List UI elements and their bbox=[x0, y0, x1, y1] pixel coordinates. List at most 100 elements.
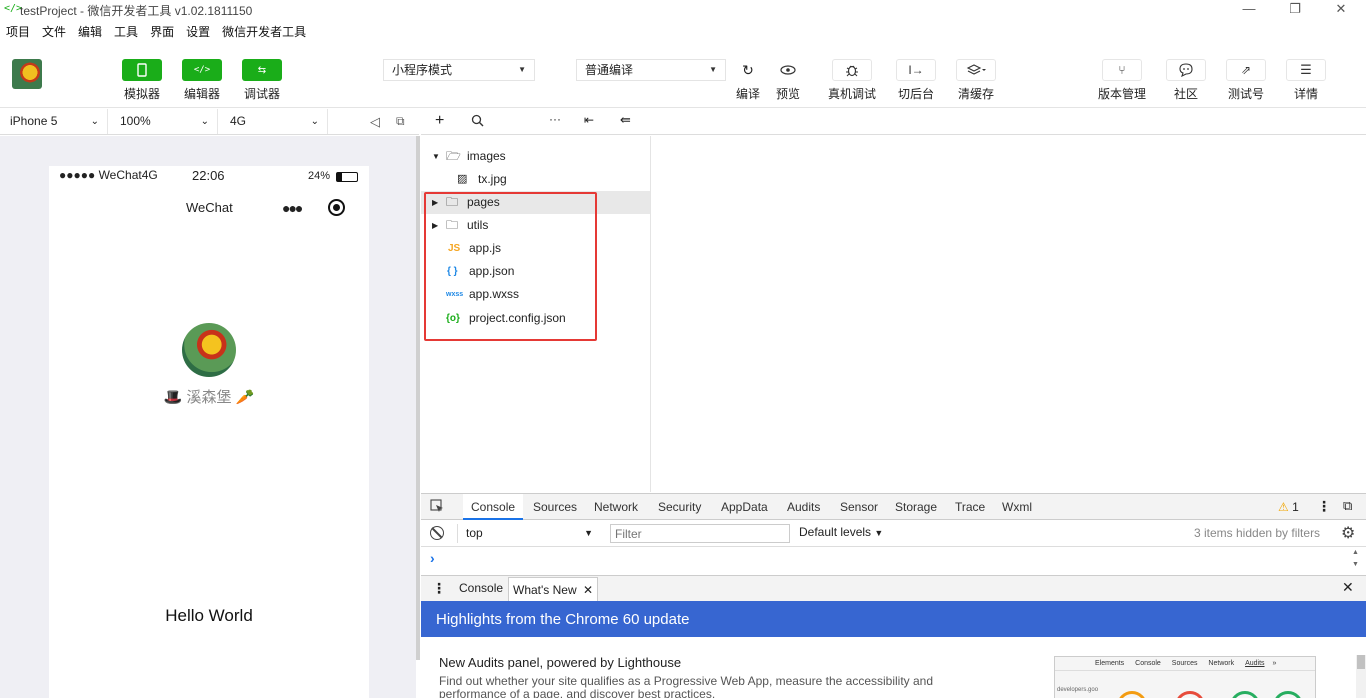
close-tab-icon[interactable]: ✕ bbox=[583, 583, 593, 597]
user-avatar[interactable] bbox=[12, 59, 42, 89]
context-select[interactable]: top ▼ bbox=[457, 524, 597, 543]
restore-button[interactable]: ❐ bbox=[1272, 0, 1318, 20]
debugger-toggle-button[interactable]: ⇆ 调试器 bbox=[232, 59, 292, 102]
scroll-down-icon[interactable]: ▼ bbox=[1352, 561, 1359, 568]
chevron-down-icon: ⌄ bbox=[90, 116, 99, 127]
tab-storage[interactable]: Storage bbox=[895, 494, 937, 520]
tab-trace[interactable]: Trace bbox=[955, 494, 985, 520]
expand-right-icon: ▶ bbox=[432, 198, 439, 207]
tree-item-projectconfig[interactable]: {o} project.config.json bbox=[421, 307, 650, 330]
compile-mode-select[interactable]: 普通编译 ▼ bbox=[576, 59, 726, 81]
clear-console-icon[interactable] bbox=[430, 526, 444, 540]
console-prompt-icon: › bbox=[430, 550, 435, 566]
community-label: 社区 bbox=[1173, 87, 1198, 101]
thumb-url: developers.goo bbox=[1057, 687, 1099, 693]
tab-wxml[interactable]: Wxml bbox=[1002, 494, 1032, 520]
thumb-gauge bbox=[1230, 691, 1260, 698]
console-filter-input[interactable] bbox=[610, 524, 790, 543]
menu-edit[interactable]: 编辑 bbox=[72, 22, 108, 42]
collapse-all-icon[interactable]: ⇤ bbox=[584, 113, 594, 127]
tab-audits[interactable]: Audits bbox=[787, 494, 820, 520]
menu-tools[interactable]: 工具 bbox=[108, 22, 144, 42]
device-value: iPhone 5 bbox=[10, 114, 58, 128]
more-icon[interactable]: ··· bbox=[549, 112, 561, 126]
dock-side-icon[interactable]: ⧉ bbox=[1343, 498, 1352, 514]
device-select[interactable]: iPhone 5 ⌄ bbox=[0, 109, 108, 134]
tab-sensor[interactable]: Sensor bbox=[840, 494, 878, 520]
popout-icon[interactable]: ⧉ bbox=[396, 114, 405, 129]
layers-icon bbox=[956, 59, 996, 81]
panel-resizer[interactable] bbox=[416, 136, 420, 660]
banner-title: Highlights from the Chrome 60 update bbox=[436, 611, 690, 628]
console-input-area[interactable]: › ▲ ▼ bbox=[421, 547, 1366, 572]
add-icon[interactable]: + bbox=[435, 112, 444, 130]
scroll-up-icon[interactable]: ▲ bbox=[1352, 549, 1359, 556]
bug-icon bbox=[832, 59, 872, 81]
minimize-button[interactable]: — bbox=[1226, 0, 1272, 20]
switch-background-button[interactable]: I→ 切后台 bbox=[886, 59, 946, 102]
drawer-menu-icon[interactable]: ⋮ bbox=[432, 580, 446, 597]
more-dots-icon[interactable]: ●●● bbox=[282, 200, 303, 216]
news-title: New Audits panel, powered by Lighthouse bbox=[439, 655, 682, 670]
details-label: 详情 bbox=[1293, 87, 1318, 101]
tab-network[interactable]: Network bbox=[594, 494, 638, 520]
tree-item-utils[interactable]: ▶ 🗀 utils bbox=[421, 214, 650, 237]
preview-button[interactable]: 预览 bbox=[758, 59, 818, 102]
tree-item-appwxss[interactable]: wxss app.wxss bbox=[421, 283, 650, 306]
hide-tree-icon[interactable]: ⇚ bbox=[620, 112, 631, 128]
menu-project[interactable]: 项目 bbox=[0, 22, 36, 42]
tree-item-images[interactable]: ▼ 🗁 images bbox=[421, 145, 650, 168]
chat-icon bbox=[1166, 59, 1206, 81]
remote-debug-button[interactable]: 真机调试 bbox=[822, 59, 882, 102]
mode-select[interactable]: 小程序模式 ▼ bbox=[383, 59, 535, 81]
tree-item-appjs[interactable]: JS app.js bbox=[421, 237, 650, 260]
version-control-button[interactable]: ⑂ 版本管理 bbox=[1092, 59, 1152, 102]
scrollbar[interactable] bbox=[1356, 655, 1366, 698]
tree-item-pages[interactable]: ▶ 🗀 pages bbox=[421, 191, 650, 214]
folder-open-icon: 🗁 bbox=[446, 149, 461, 163]
tab-appdata[interactable]: AppData bbox=[721, 494, 768, 520]
warning-indicator[interactable]: ⚠ 1 bbox=[1278, 500, 1299, 514]
drawer-tab-console[interactable]: Console bbox=[459, 576, 503, 601]
menu-file[interactable]: 文件 bbox=[36, 22, 72, 42]
console-settings-gear-icon[interactable]: ⚙ bbox=[1341, 523, 1355, 543]
profile-avatar[interactable] bbox=[182, 323, 236, 377]
folder-icon: 🗀 bbox=[446, 218, 459, 232]
drawer-tab-whats-new[interactable]: What's New ✕ bbox=[508, 577, 599, 601]
log-levels-select[interactable]: Default levels ▼ bbox=[799, 525, 883, 539]
details-button[interactable]: ☰ 详情 bbox=[1276, 59, 1336, 102]
drawer-tab-label: What's New bbox=[513, 583, 577, 597]
simulator-toggle-button[interactable]: 模拟器 bbox=[112, 59, 172, 102]
warning-count: 1 bbox=[1292, 500, 1299, 514]
tree-item-appjson[interactable]: { } app.json bbox=[421, 260, 650, 283]
thumb-tab: » bbox=[1272, 660, 1277, 667]
close-drawer-icon[interactable]: ✕ bbox=[1342, 579, 1354, 596]
tab-security[interactable]: Security bbox=[658, 494, 701, 520]
wxss-file-icon: wxss bbox=[446, 291, 464, 298]
clear-cache-button[interactable]: 清缓存 bbox=[946, 59, 1006, 102]
capsule-close-icon[interactable] bbox=[328, 199, 345, 216]
editor-toggle-button[interactable]: </> 编辑器 bbox=[172, 59, 232, 102]
menu-settings[interactable]: 设置 bbox=[180, 22, 216, 42]
menu-wechat-devtools[interactable]: 微信开发者工具 bbox=[216, 22, 312, 42]
close-window-button[interactable]: ✕ bbox=[1318, 0, 1364, 20]
expand-right-icon: ▶ bbox=[432, 221, 439, 230]
volume-icon[interactable]: ◁ bbox=[370, 114, 380, 130]
carrot-emoji-icon: 🥕 bbox=[235, 389, 255, 406]
compile-select-value: 普通编译 bbox=[585, 63, 634, 77]
search-icon[interactable] bbox=[471, 114, 484, 130]
tab-sources[interactable]: Sources bbox=[533, 494, 577, 520]
battery-percent: 24% bbox=[308, 170, 331, 182]
network-select[interactable]: 4G ⌄ bbox=[220, 109, 328, 134]
test-account-button[interactable]: ⇗ 测试号 bbox=[1216, 59, 1276, 102]
tree-item-txjpg[interactable]: ▨ tx.jpg bbox=[421, 168, 650, 191]
zoom-select[interactable]: 100% ⌄ bbox=[110, 109, 218, 134]
kebab-menu-icon[interactable]: ⋮ bbox=[1317, 498, 1331, 515]
tab-console[interactable]: Console bbox=[463, 494, 524, 520]
news-thumbnail[interactable]: Elements Console Sources Network Audits … bbox=[1054, 656, 1316, 698]
thumb-tab: Elements bbox=[1095, 660, 1125, 667]
menu-view[interactable]: 界面 bbox=[144, 22, 180, 42]
simulator-viewport: ●●●●● WeChat4G 22:06 24% WeChat ●●● 🎩 溪森… bbox=[0, 136, 416, 698]
community-button[interactable]: 社区 bbox=[1156, 59, 1216, 102]
inspect-element-icon[interactable] bbox=[430, 499, 444, 516]
